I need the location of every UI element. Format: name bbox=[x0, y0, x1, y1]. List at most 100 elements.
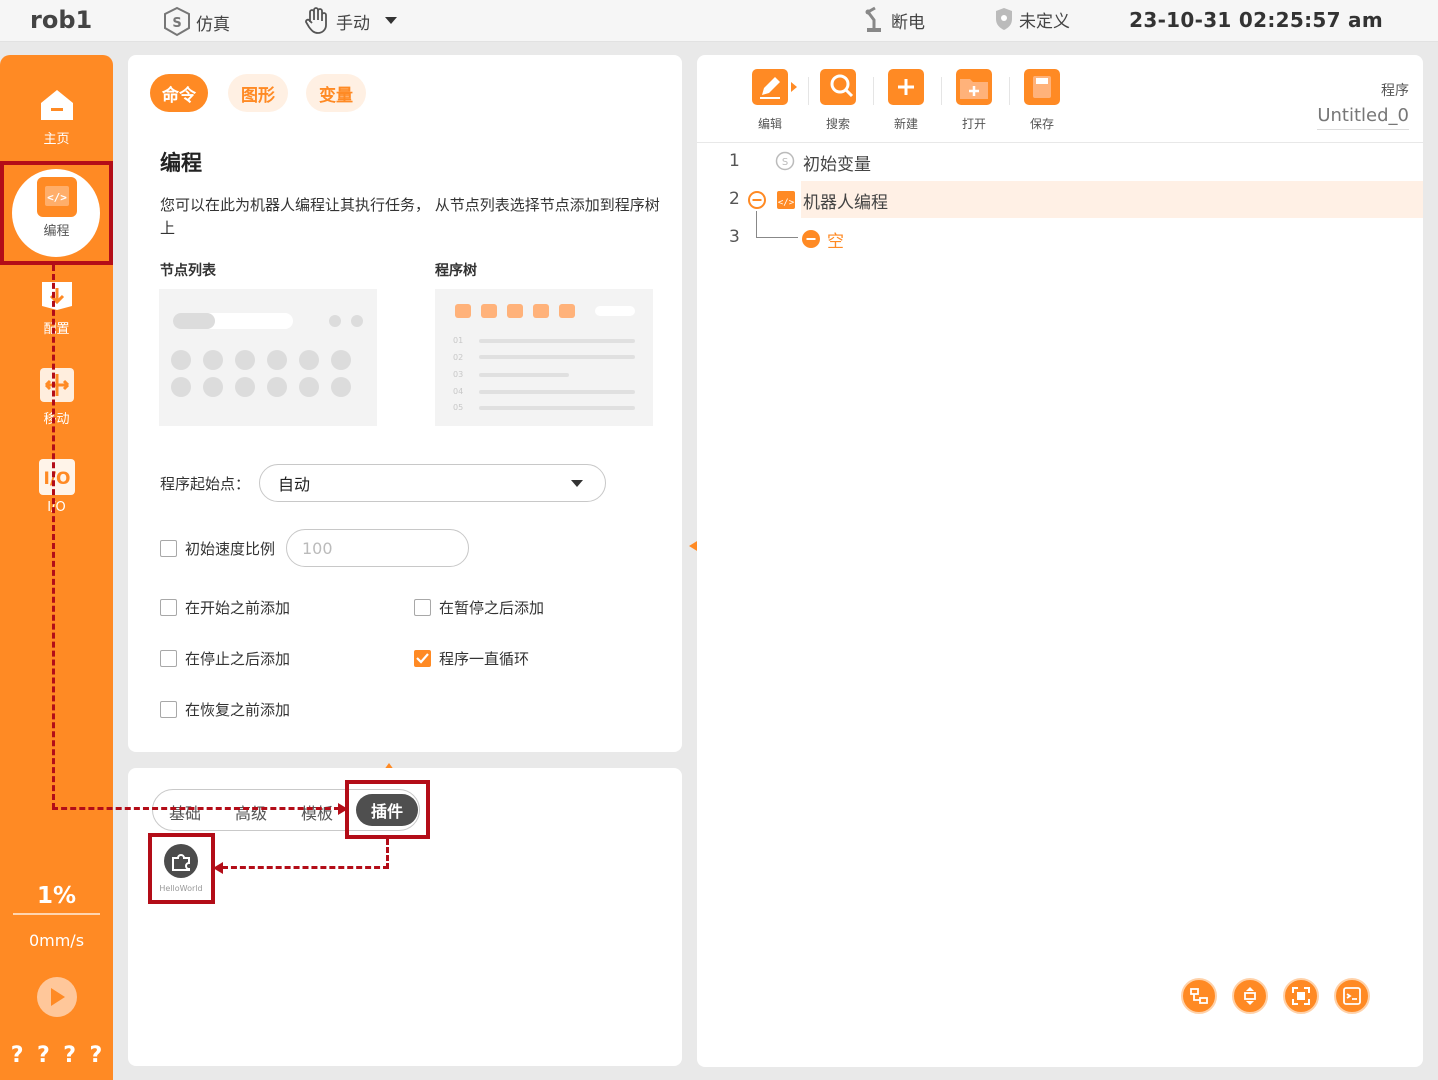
power-label: 断电 bbox=[891, 12, 925, 33]
program-tree-label: 程序树 bbox=[435, 263, 477, 279]
check-icon bbox=[416, 653, 429, 664]
sidebar-item-config[interactable]: 配置 bbox=[0, 275, 113, 337]
init-speed-checkbox[interactable]: 初始速度比例 bbox=[160, 538, 275, 559]
tab-template[interactable]: 模板 bbox=[301, 800, 333, 824]
help-row: ? ? ? ? bbox=[0, 1043, 113, 1068]
script-view-button[interactable] bbox=[1334, 978, 1370, 1014]
speed-percent[interactable]: 1% bbox=[0, 883, 113, 909]
annotation-box-plugin-tab bbox=[345, 780, 430, 839]
toolbar-divider bbox=[941, 77, 942, 105]
sidebar-label-io: I/O bbox=[47, 500, 66, 515]
expand-vertical-icon bbox=[1244, 987, 1256, 1005]
node-list-illustration bbox=[159, 289, 377, 426]
sim-mode-button[interactable]: S 仿真 bbox=[162, 6, 230, 38]
checkbox-box[interactable] bbox=[160, 650, 177, 667]
program-settings-panel: 命令 图形 变量 编程 您可以在此为机器人编程让其执行任务， 从节点列表选择节点… bbox=[128, 55, 682, 752]
edit-button[interactable]: 编辑 bbox=[745, 69, 797, 132]
tab-basic[interactable]: 基础 bbox=[169, 800, 201, 824]
clock: 23-10-31 02:25:57 am bbox=[1129, 8, 1383, 32]
save-button[interactable]: 保存 bbox=[1017, 69, 1067, 132]
tab-variables[interactable]: 变量 bbox=[306, 74, 366, 112]
tab-graphics[interactable]: 图形 bbox=[228, 74, 288, 112]
page-title: 编程 bbox=[160, 151, 202, 175]
sidebar-item-home[interactable]: 主页 bbox=[0, 85, 113, 147]
top-bar: rob1 S 仿真 手动 断电 未定义 23-10-31 02:25:57 am bbox=[0, 0, 1438, 42]
chevron-down-icon bbox=[385, 17, 397, 24]
hand-icon bbox=[305, 7, 327, 34]
start-point-value: 自动 bbox=[278, 475, 311, 494]
checkbox-box[interactable] bbox=[414, 599, 431, 616]
start-point-select[interactable]: 自动 bbox=[259, 464, 606, 502]
checkbox-label: 程序一直循环 bbox=[439, 650, 530, 668]
help-button[interactable]: ? bbox=[63, 1043, 76, 1068]
init-speed-input[interactable]: 100 bbox=[286, 529, 469, 567]
move-icon bbox=[37, 365, 77, 405]
tree-row[interactable]: 1 S 初始变量 bbox=[697, 143, 1423, 180]
checkbox-after-stop[interactable]: 在停止之后添加 bbox=[160, 648, 290, 669]
tree-row[interactable]: 2 </> 机器人编程 bbox=[697, 181, 1423, 218]
annotation-path bbox=[222, 866, 389, 869]
play-button[interactable] bbox=[37, 977, 77, 1017]
edit-label: 编辑 bbox=[757, 117, 782, 131]
program-name[interactable]: Untitled_0 bbox=[1317, 105, 1409, 130]
help-button[interactable]: ? bbox=[89, 1043, 102, 1068]
power-status[interactable]: 断电 bbox=[863, 6, 925, 34]
tab-advanced[interactable]: 高级 bbox=[235, 800, 267, 824]
search-label: 搜索 bbox=[825, 117, 850, 131]
new-label: 新建 bbox=[893, 117, 918, 131]
safety-label: 未定义 bbox=[1019, 11, 1070, 32]
checkbox-label: 在停止之后添加 bbox=[185, 650, 291, 668]
robot-name: rob1 bbox=[30, 6, 93, 34]
svg-text:I/O: I/O bbox=[43, 469, 70, 489]
open-label: 打开 bbox=[961, 117, 986, 131]
toolbar-divider bbox=[1009, 77, 1010, 105]
checkbox-box[interactable] bbox=[160, 701, 177, 718]
page-description: 您可以在此为机器人编程让其执行任务， 从节点列表选择节点添加到程序树上 bbox=[160, 196, 660, 237]
program-tree-illustration: 01 02 03 04 05 bbox=[435, 289, 653, 426]
checkbox-loop-forever[interactable]: 程序一直循环 bbox=[414, 648, 529, 669]
program-icon: </> bbox=[777, 191, 795, 209]
safety-status[interactable]: 未定义 bbox=[993, 6, 1070, 32]
checkbox-box-checked[interactable] bbox=[414, 650, 431, 667]
checkbox-before-start[interactable]: 在开始之前添加 bbox=[160, 597, 290, 618]
speed-divider bbox=[13, 913, 100, 915]
line-number: 04 bbox=[453, 387, 464, 396]
empty-node-icon bbox=[802, 230, 820, 248]
script-icon bbox=[1343, 987, 1361, 1005]
edit-icon bbox=[752, 69, 797, 105]
annotation-path bbox=[386, 839, 389, 869]
checkbox-box[interactable] bbox=[160, 599, 177, 616]
sidebar-item-io[interactable]: I/O I/O bbox=[0, 457, 113, 515]
collapse-icon[interactable] bbox=[747, 190, 767, 210]
manual-mode-dropdown[interactable]: 手动 bbox=[302, 6, 398, 36]
line-number: 3 bbox=[729, 227, 740, 247]
sim-label: 仿真 bbox=[196, 14, 230, 35]
hierarchy-icon bbox=[1190, 988, 1208, 1004]
line-number: 1 bbox=[729, 151, 740, 171]
tree-row[interactable]: 3 空 bbox=[697, 211, 1423, 256]
toolbar-divider bbox=[873, 77, 874, 105]
fit-view-button[interactable] bbox=[1283, 978, 1319, 1014]
home-icon bbox=[37, 85, 77, 125]
sidebar-item-move[interactable]: 移动 bbox=[0, 365, 113, 427]
tree-node-text: 初始变量 bbox=[803, 155, 871, 175]
tree-structure-button[interactable] bbox=[1181, 978, 1217, 1014]
open-button[interactable]: 打开 bbox=[949, 69, 999, 132]
sidebar-label-move: 移动 bbox=[43, 412, 70, 427]
expand-collapse-button[interactable] bbox=[1232, 978, 1268, 1014]
new-button[interactable]: 新建 bbox=[881, 69, 931, 132]
checkbox-label: 在恢复之前添加 bbox=[185, 701, 291, 719]
checkbox-after-pause[interactable]: 在暂停之后添加 bbox=[414, 597, 544, 618]
help-button[interactable]: ? bbox=[37, 1043, 50, 1068]
checkbox-box[interactable] bbox=[160, 540, 177, 557]
shield-icon bbox=[996, 8, 1012, 30]
line-number: 01 bbox=[453, 336, 464, 345]
annotation-path bbox=[52, 807, 340, 810]
checkbox-before-resume[interactable]: 在恢复之前添加 bbox=[160, 699, 290, 720]
search-button[interactable]: 搜索 bbox=[813, 69, 863, 132]
node-list-label: 节点列表 bbox=[160, 263, 216, 279]
tab-command[interactable]: 命令 bbox=[150, 74, 208, 112]
io-icon: I/O bbox=[37, 457, 77, 497]
line-number: 02 bbox=[453, 353, 464, 362]
help-button[interactable]: ? bbox=[11, 1043, 24, 1068]
